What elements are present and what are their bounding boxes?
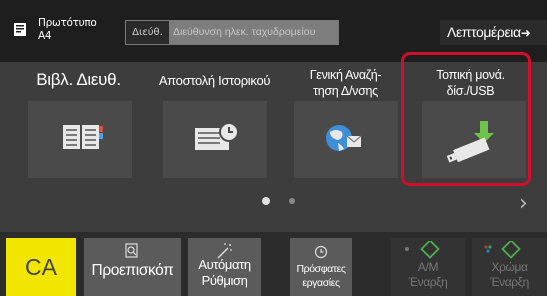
details-label: Λεπτομέρεια	[447, 24, 521, 40]
auto-set-label-line2: Ρύθμιση	[201, 273, 248, 288]
original-size: A4	[38, 30, 52, 42]
bw-start-button[interactable]: Α/Μ Έναρξη	[391, 238, 465, 296]
bw-start-label-line1: Α/Μ	[417, 260, 439, 274]
next-page-chevron-icon[interactable]: ›	[519, 191, 528, 216]
original-document-icon	[14, 23, 26, 36]
preview-label: Προεπισκόπ	[91, 262, 174, 279]
address-field[interactable]: Διεύθ. Διεύθυνση ηλεκ. ταχυδρομείου	[125, 20, 339, 45]
color-start-button[interactable]: Χρώμα Έναρξη	[472, 238, 547, 296]
global-address-search-icon	[294, 101, 398, 178]
preview-icon	[125, 243, 138, 258]
color-start-label-line2: Έναρξη	[490, 275, 529, 289]
page-dot[interactable]	[289, 198, 295, 204]
recent-jobs-label-line2: εργασίες	[302, 277, 340, 289]
history-icon	[314, 245, 328, 259]
auto-set-button[interactable]: Αυτόματη Ρύθμιση	[188, 238, 261, 296]
color-start-label-line1: Χρώμα	[491, 260, 528, 274]
recent-jobs-label-line1: Πρόσφατες	[296, 263, 346, 275]
details-button[interactable]: Λεπτομέρεια➜	[440, 20, 547, 45]
tile-label-line1: Γενική Αναζή-	[309, 68, 382, 82]
original-label: Πρωτότυπο	[38, 17, 97, 29]
arrow-right-icon: ➜	[520, 26, 531, 40]
auto-set-label-line1: Αυτόματη	[198, 257, 251, 272]
page-dot-active[interactable]	[262, 197, 270, 205]
address-book-icon	[28, 101, 132, 178]
clear-all-button[interactable]: CA	[6, 238, 76, 296]
tile-label-line2: τηση Δ/νσης	[313, 84, 378, 98]
email-address-input[interactable]: Διεύθυνση ηλεκ. ταχυδρομείου	[169, 21, 338, 44]
address-tag[interactable]: Διεύθ.	[126, 21, 169, 44]
bw-start-label-line2: Έναρξη	[408, 275, 448, 289]
original-settings[interactable]: Πρωτότυπο A4	[38, 17, 97, 43]
preview-button[interactable]: Προεπισκόπ	[84, 238, 181, 296]
send-history-icon	[163, 101, 267, 178]
tile-label: Βιβλ. Διευθ.	[36, 70, 121, 89]
recent-jobs-button[interactable]: Πρόσφατες εργασίες	[290, 238, 352, 296]
selected-tile-highlight	[401, 52, 531, 186]
tile-label: Αποστολή Ιστορικού	[158, 73, 271, 88]
